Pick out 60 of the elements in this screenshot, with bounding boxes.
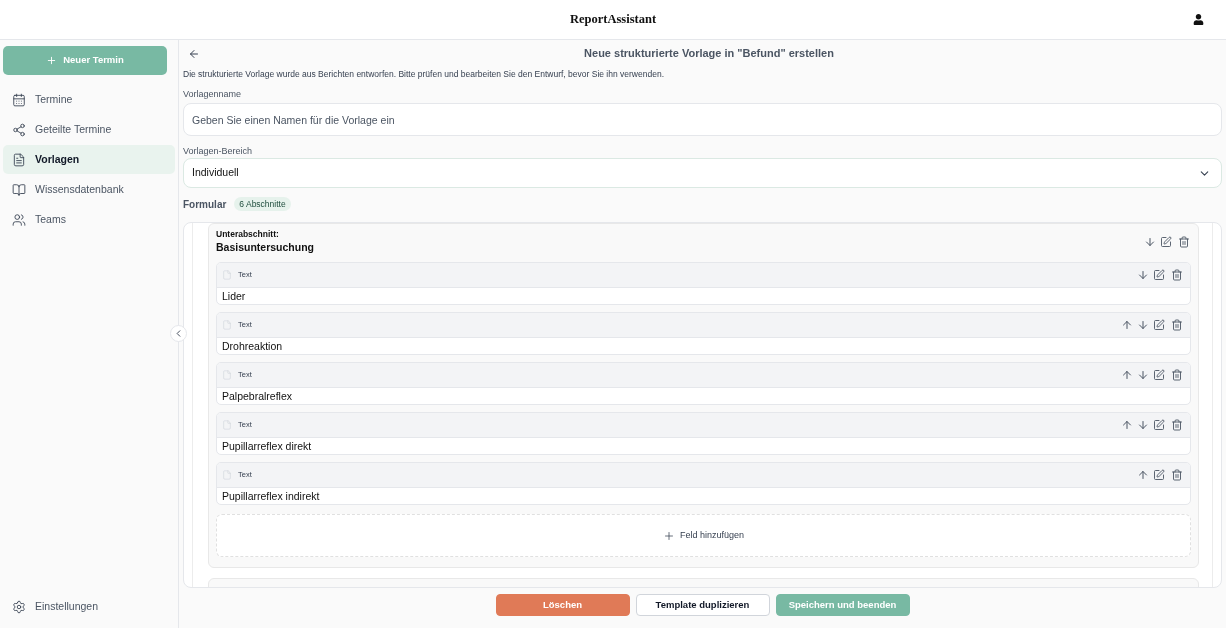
edit-icon[interactable] [1153,269,1165,281]
move-up-icon[interactable] [1121,319,1133,331]
app-title: ReportAssistant [569,11,657,29]
move-down-icon[interactable] [1137,269,1149,281]
move-down-icon[interactable] [1137,369,1149,381]
field-label: Pupillarreflex direkt [222,439,312,454]
file-icon [222,270,232,280]
plus-icon [46,55,58,66]
book-icon [12,182,26,197]
move-up-icon[interactable] [1137,469,1149,481]
document-icon [12,152,26,167]
section-caption: Unterabschnitt: [216,229,280,240]
move-up-icon[interactable] [1121,419,1133,431]
section-count-badge: 6 Abschnitte [234,197,291,211]
edit-icon[interactable] [1153,369,1165,381]
sidebar-item[interactable]: Vorlagen [3,145,175,174]
sidebar-item[interactable]: Termine [3,85,175,114]
file-icon [222,320,232,330]
scope-label: Vorlagen-Bereich [183,145,254,157]
settings-icon [12,599,26,614]
file-icon [222,470,232,480]
sidebar-item[interactable]: Teams [3,205,175,234]
file-icon [222,420,232,430]
move-down-icon[interactable] [1144,235,1156,248]
field-label: Drohreaktion [222,339,283,354]
move-down-icon[interactable] [1137,419,1149,431]
delete-icon[interactable] [1178,235,1190,248]
field-label: Palpebralreflex [222,389,293,404]
delete-icon[interactable] [1171,269,1183,281]
delete-icon[interactable] [1171,419,1183,431]
edit-icon[interactable] [1153,469,1165,481]
edit-icon[interactable] [1153,319,1165,331]
section-title: Basisuntersuchung [216,240,315,254]
share-icon [12,122,26,137]
add-field-button[interactable]: Feld hinzufügen [216,514,1191,557]
calendar-icon [12,92,26,107]
field-label: Pupillarreflex indirekt [222,489,320,504]
template-name-label: Vorlagenname [183,88,243,100]
sidebar-item[interactable]: Geteilte Termine [3,115,175,144]
plus-icon [662,529,675,542]
page-description: Die strukturierte Vorlage wurde aus Berichten entworfen. Bitte prüfen und bearbeiten Sie den Entwurf, bevor Sie ihn verwenden. [183,68,665,80]
user-icon[interactable] [1193,14,1204,25]
edit-icon[interactable] [1153,419,1165,431]
sidebar-item[interactable]: Wissensdatenbank [3,175,175,204]
delete-icon[interactable] [1171,469,1183,481]
delete-icon[interactable] [1171,369,1183,381]
file-icon [222,370,232,380]
back-arrow-icon[interactable] [188,47,200,60]
edit-icon[interactable] [1160,235,1172,248]
users-icon [12,212,26,227]
template-name-input[interactable]: Geben Sie einen Namen für die Vorlage ein [183,103,1222,136]
delete-icon[interactable] [1171,319,1183,331]
move-down-icon[interactable] [1137,319,1149,331]
move-up-icon[interactable] [1121,369,1133,381]
page-title: Neue strukturierte Vorlage in "Befund" erstellen [583,46,835,62]
action-button[interactable]: Template duplizieren [635,594,770,616]
scope-select[interactable]: Individuell [183,158,1222,188]
settings-item[interactable]: Einstellungen [3,592,175,621]
form-label: Formular [183,197,227,212]
field-label: Lider [222,289,246,304]
